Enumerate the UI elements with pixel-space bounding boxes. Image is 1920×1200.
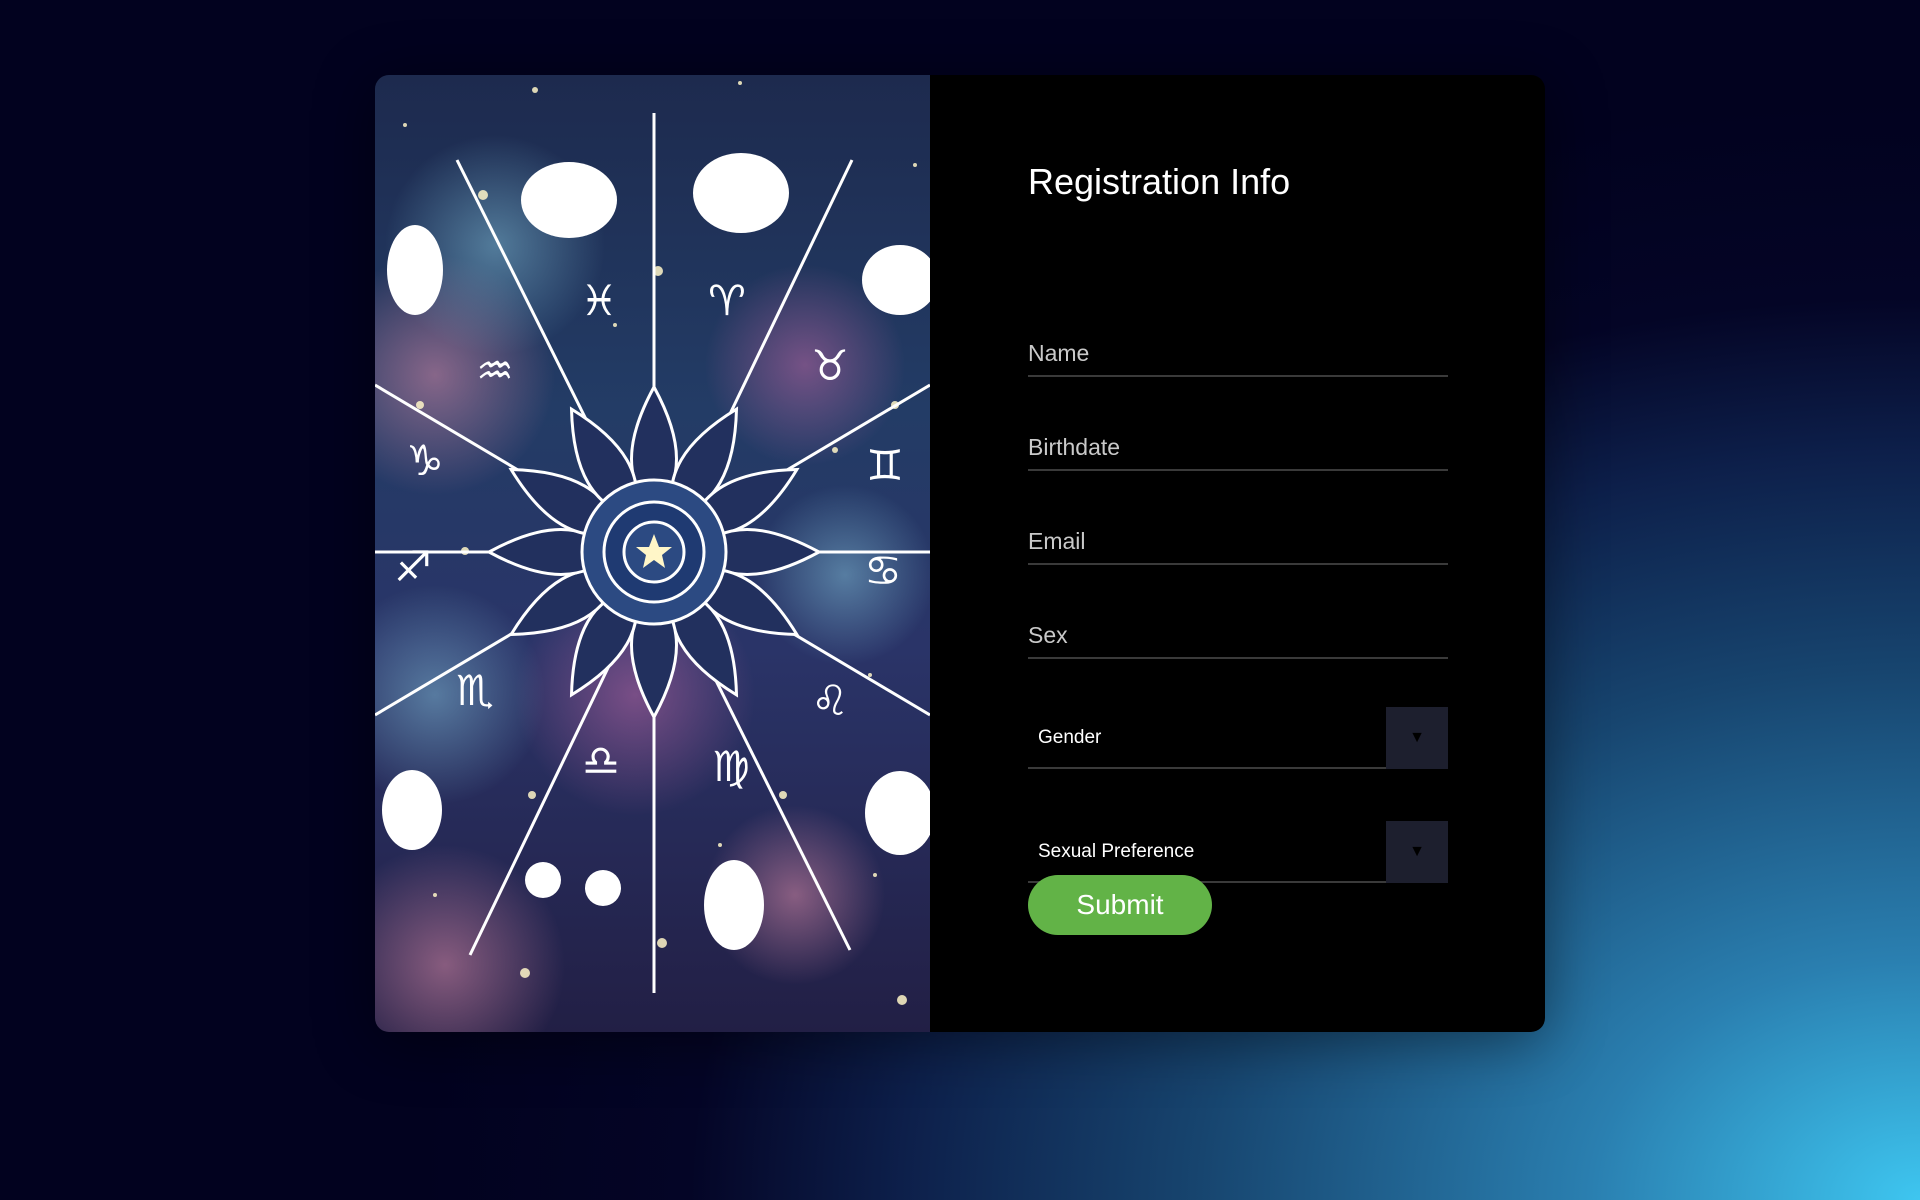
dropdown-arrow-icon[interactable]: ▼ [1386, 707, 1448, 769]
registration-card: ♈ ♉ ♊ ♋ ♌ ♍ ♎ ♏ ♐ ♑ ♒ ♓ Registration Inf… [375, 75, 1545, 1032]
name-input[interactable] [1028, 331, 1448, 377]
zodiac-artwork: ♈ ♉ ♊ ♋ ♌ ♍ ♎ ♏ ♐ ♑ ♒ ♓ [375, 75, 930, 1032]
svg-text:♐: ♐ [394, 542, 432, 591]
svg-text:♏: ♏ [456, 666, 494, 715]
svg-text:♋: ♋ [864, 546, 902, 595]
svg-text:♒: ♒ [476, 346, 514, 395]
birthdate-input[interactable] [1028, 425, 1448, 471]
svg-text:♎: ♎ [582, 736, 620, 785]
svg-text:♈: ♈ [708, 276, 746, 325]
svg-text:♍: ♍ [712, 742, 750, 791]
form-title: Registration Info [1028, 161, 1291, 202]
email-input[interactable] [1028, 519, 1448, 565]
gender-select[interactable]: Gender ▼ [1028, 707, 1448, 769]
sexual-preference-select[interactable]: Sexual Preference ▼ [1028, 821, 1448, 883]
gender-select-value: Gender [1038, 727, 1102, 748]
submit-button[interactable]: Submit [1028, 875, 1212, 935]
svg-text:♓: ♓ [580, 276, 618, 325]
svg-text:♊: ♊ [866, 441, 904, 490]
registration-form: Registration Info Gender ▼ Sexual Prefer… [930, 75, 1545, 1032]
svg-text:♉: ♉ [811, 341, 849, 390]
svg-text:♌: ♌ [811, 676, 849, 725]
sex-input[interactable] [1028, 613, 1448, 659]
dropdown-arrow-icon[interactable]: ▼ [1386, 821, 1448, 883]
svg-text:♑: ♑ [406, 436, 444, 485]
sexual-preference-select-value: Sexual Preference [1038, 841, 1195, 862]
zodiac-wheel-icon: ♈ ♉ ♊ ♋ ♌ ♍ ♎ ♏ ♐ ♑ ♒ ♓ [375, 81, 930, 1032]
